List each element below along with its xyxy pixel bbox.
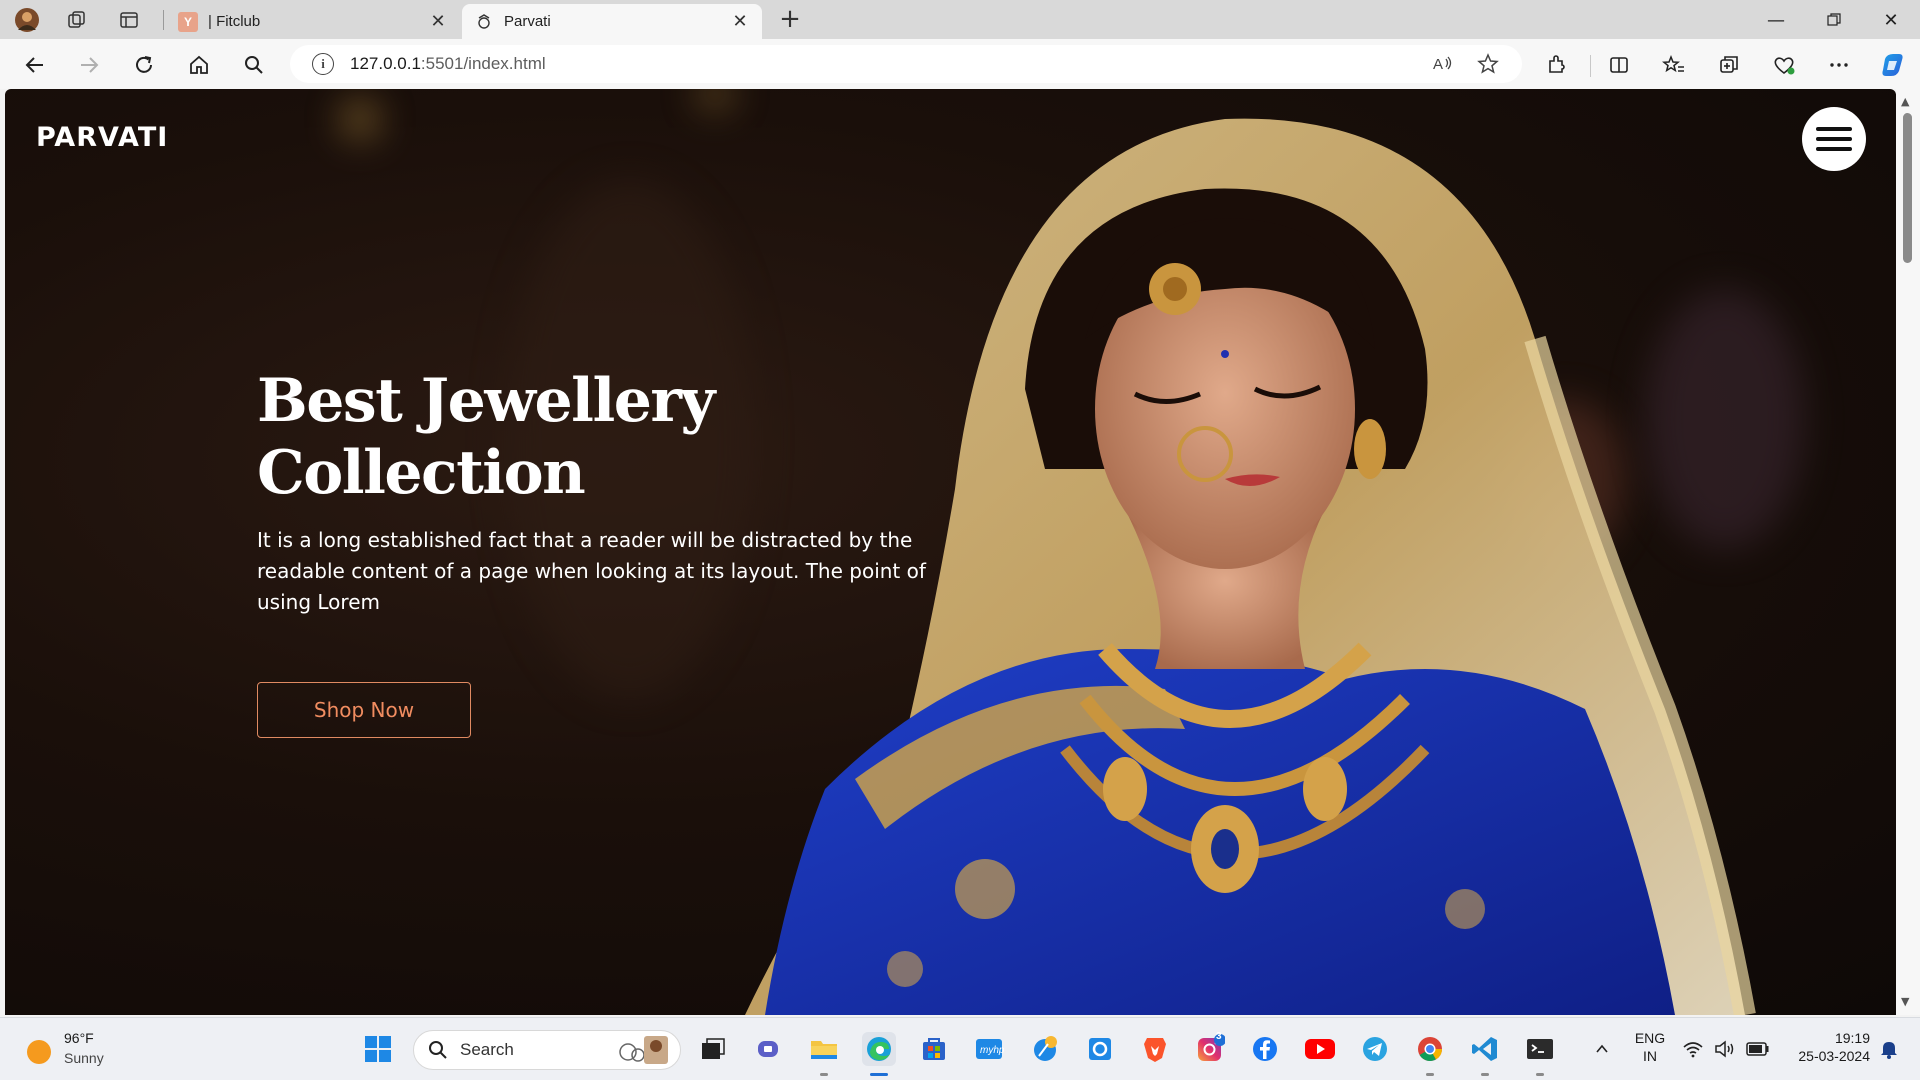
minimize-button[interactable]: — xyxy=(1753,4,1799,36)
tab-title: Parvati xyxy=(504,13,551,30)
back-button[interactable] xyxy=(18,48,52,82)
tab-title: | Fitclub xyxy=(208,13,261,30)
clock[interactable]: 19:19 25-03-2024 xyxy=(1780,1030,1870,1064)
page-viewport: PARVATI Best Jewellery Collection It is … xyxy=(5,89,1896,1015)
microsoft-store-icon[interactable] xyxy=(917,1032,951,1066)
battery-icon[interactable] xyxy=(1744,1032,1772,1066)
search-icon xyxy=(429,1041,447,1059)
favorite-star-icon[interactable] xyxy=(1475,53,1501,75)
region-code: IN xyxy=(1643,1048,1657,1064)
running-indicator xyxy=(1426,1073,1434,1076)
hero-title: Best Jewellery Collection xyxy=(257,365,857,509)
volume-icon[interactable] xyxy=(1712,1032,1738,1066)
instagram-icon[interactable]: 3 xyxy=(1193,1031,1227,1066)
task-view-icon[interactable] xyxy=(696,1032,730,1066)
edge-browser-icon[interactable] xyxy=(862,1032,896,1066)
running-indicator xyxy=(1481,1073,1489,1076)
vertical-tabs-icon[interactable] xyxy=(114,6,144,34)
menu-line-icon xyxy=(1816,147,1852,151)
weather-sun-icon[interactable] xyxy=(27,1040,51,1064)
show-hidden-icons-chevron-up-icon[interactable] xyxy=(1585,1032,1619,1066)
youtube-icon[interactable] xyxy=(1303,1032,1337,1066)
tab-separator xyxy=(163,10,164,30)
weather-temperature[interactable]: 96°F xyxy=(64,1030,94,1046)
parvati-favicon-icon xyxy=(474,12,494,32)
toolbar-divider xyxy=(1590,55,1591,77)
teams-chat-icon[interactable] xyxy=(752,1032,786,1066)
scroll-up-icon[interactable]: ▲ xyxy=(1901,95,1909,108)
chrome-icon[interactable] xyxy=(1413,1032,1447,1066)
site-info-icon[interactable]: i xyxy=(312,53,334,75)
read-aloud-icon[interactable]: A xyxy=(1430,53,1456,75)
address-bar[interactable]: i 127.0.0.1:5501/index.html A xyxy=(290,45,1522,83)
scroll-thumb[interactable] xyxy=(1903,113,1912,263)
refresh-button[interactable] xyxy=(127,48,161,82)
taskbar: 96°F Sunny Search myhp 3 ENG IN 19:19 25… xyxy=(0,1017,1920,1080)
svg-text:A: A xyxy=(1433,56,1443,73)
cortana-icon[interactable] xyxy=(1083,1032,1117,1066)
file-explorer-icon[interactable] xyxy=(807,1032,841,1066)
tab-parvati[interactable]: Parvati ✕ xyxy=(462,4,762,39)
brave-browser-icon[interactable] xyxy=(1138,1032,1172,1066)
active-app-indicator xyxy=(870,1073,888,1076)
search-icon[interactable] xyxy=(237,48,271,82)
start-windows-icon[interactable] xyxy=(361,1032,395,1066)
extensions-icon[interactable] xyxy=(1540,48,1574,82)
close-tab-icon[interactable]: ✕ xyxy=(428,11,448,32)
tab-fitclub[interactable]: Y | Fitclub ✕ xyxy=(166,4,460,39)
url-text[interactable]: 127.0.0.1:5501/index.html xyxy=(350,54,546,74)
hero-title-line: Best Jewellery xyxy=(257,366,715,436)
notification-bell-icon[interactable] xyxy=(1876,1032,1902,1066)
weather-app-icon[interactable] xyxy=(1028,1032,1062,1066)
terminal-icon[interactable] xyxy=(1523,1032,1557,1066)
restore-button[interactable] xyxy=(1811,4,1857,36)
split-screen-icon[interactable] xyxy=(1602,48,1636,82)
collections-icon[interactable] xyxy=(1712,48,1746,82)
vscode-icon[interactable] xyxy=(1468,1032,1502,1066)
hero-description: It is a long established fact that a rea… xyxy=(257,528,926,614)
menu-line-icon xyxy=(1816,137,1852,141)
hamburger-menu-button[interactable] xyxy=(1802,107,1866,171)
workspaces-icon[interactable] xyxy=(62,6,92,34)
scroll-down-icon[interactable]: ▼ xyxy=(1901,995,1909,1008)
myhp-icon[interactable]: myhp xyxy=(972,1032,1006,1066)
browser-toolbar: i 127.0.0.1:5501/index.html A xyxy=(0,39,1920,89)
svg-text:myhp: myhp xyxy=(980,1045,1004,1056)
forward-button[interactable] xyxy=(72,48,106,82)
instagram-notification-badge: 3 xyxy=(1216,1031,1222,1042)
copilot-icon[interactable] xyxy=(1876,48,1910,82)
home-button[interactable] xyxy=(182,48,216,82)
settings-more-icon[interactable] xyxy=(1822,48,1856,82)
running-indicator xyxy=(1536,1073,1544,1076)
clock-time: 19:19 xyxy=(1834,1030,1870,1046)
favorites-icon[interactable] xyxy=(1657,48,1691,82)
taskbar-search-box[interactable]: Search xyxy=(413,1030,681,1070)
close-window-button[interactable]: ✕ xyxy=(1868,4,1914,36)
background-bokeh xyxy=(340,99,380,139)
running-indicator xyxy=(820,1073,828,1076)
tab-strip: Y | Fitclub ✕ Parvati ✕ + — ✕ xyxy=(0,0,1920,39)
browser-essentials-icon[interactable] xyxy=(1767,48,1801,82)
fitclub-favicon-icon: Y xyxy=(178,11,198,32)
profile-avatar-icon[interactable] xyxy=(12,6,42,34)
clock-date: 25-03-2024 xyxy=(1798,1048,1870,1064)
search-label: Search xyxy=(460,1040,514,1059)
language-indicator[interactable]: ENG IN xyxy=(1630,1030,1670,1064)
hero-title-line: Collection xyxy=(257,438,586,508)
page-scrollbar[interactable]: ▲ ▼ xyxy=(1896,89,1920,1015)
wifi-icon[interactable] xyxy=(1680,1032,1706,1066)
telegram-icon[interactable] xyxy=(1358,1032,1392,1066)
site-logo[interactable]: PARVATI xyxy=(36,122,168,153)
close-tab-icon[interactable]: ✕ xyxy=(730,11,750,32)
search-highlight-icon xyxy=(619,1036,668,1064)
shop-now-button[interactable]: Shop Now xyxy=(257,682,471,738)
new-tab-button[interactable]: + xyxy=(775,4,805,34)
weather-description[interactable]: Sunny xyxy=(64,1050,104,1066)
facebook-icon[interactable] xyxy=(1248,1032,1282,1066)
menu-line-icon xyxy=(1816,127,1852,131)
language-code: ENG xyxy=(1634,1030,1666,1046)
